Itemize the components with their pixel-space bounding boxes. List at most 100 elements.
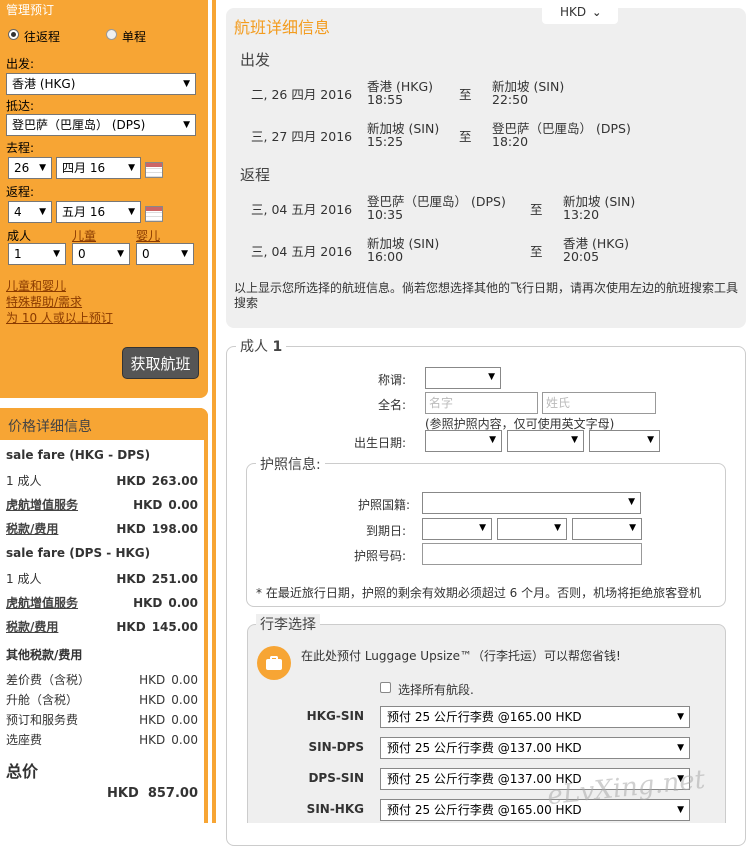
oneway-label: 单程 <box>122 30 147 44</box>
baggage-legend: 行李选择 <box>256 614 320 634</box>
price-row: 1 成人 HKD 263.00 <box>6 471 198 491</box>
baggage-select[interactable]: 预付 25 公斤行李费 @165.00 HKD ▼ <box>380 706 690 728</box>
infant-select[interactable]: 0 ▼ <box>136 243 194 265</box>
passport-legend: 护照信息: <box>256 454 325 474</box>
price-row-link[interactable]: 税款/费用 <box>6 519 58 539</box>
currency-code: HKD <box>139 673 166 687</box>
get-flights-button[interactable]: 获取航班 <box>122 347 199 379</box>
baggage-option: 预付 25 公斤行李费 @137.00 HKD <box>387 741 582 755</box>
return-month-select[interactable]: 五月 16 ▼ <box>56 201 141 223</box>
group-booking-link[interactable]: 为 10 人或以上预订 <box>6 309 113 326</box>
flight-origin-time: 16:00 <box>367 249 404 264</box>
depart-month-select[interactable]: 四月 16 ▼ <box>56 157 141 179</box>
return-day-select[interactable]: 4 ▼ <box>8 201 52 223</box>
price-body: sale fare (HKG - DPS) 1 成人 HKD 263.00 虎航增值服务… <box>0 440 204 823</box>
amount: 0.00 <box>171 693 198 707</box>
special-assistance-link[interactable]: 特殊帮助/需求 <box>6 293 82 310</box>
price-section-title: sale fare (HKG - DPS) <box>6 448 151 462</box>
flight-details-title: 航班详细信息 <box>234 18 331 37</box>
price-row: 虎航增值服务 HKD 0.00 <box>6 593 198 613</box>
depart-day-select[interactable]: 26 ▼ <box>8 157 52 179</box>
currency-code: HKD <box>139 693 166 707</box>
price-row-link[interactable]: 虎航增值服务 <box>6 593 78 613</box>
depart-label: 去程: <box>6 141 35 155</box>
to-label: 抵达: <box>6 99 35 113</box>
fee-label: 选座费 <box>6 733 43 747</box>
adult-label: 成人 <box>7 229 32 243</box>
to-select[interactable]: 登巴萨（巴厘岛） (DPS) ▼ <box>6 114 196 136</box>
dob-month-select[interactable]: ▼ <box>507 430 584 452</box>
infant-label[interactable]: 婴儿 <box>136 227 160 244</box>
baggage-select[interactable]: 预付 25 公斤行李费 @165.00 HKD ▼ <box>380 799 690 821</box>
flight-date: 三, 27 四月 2016 <box>251 129 353 144</box>
expiry-month-select[interactable]: ▼ <box>497 518 567 540</box>
other-fee-row: 预订和服务费 HKD 0.00 <box>6 710 198 730</box>
chevron-down-icon: ⌄ <box>592 6 602 19</box>
flight-destination-time: 20:05 <box>563 249 600 264</box>
select-all-checkbox[interactable] <box>380 682 391 693</box>
price-row-link[interactable]: 虎航增值服务 <box>6 495 78 515</box>
manage-booking-link[interactable]: 管理预订 <box>6 1 54 18</box>
currency-code: HKD <box>116 620 146 634</box>
adult-select[interactable]: 1 ▼ <box>8 243 66 265</box>
passenger-legend: 成人 1 <box>236 336 287 356</box>
dropdown-arrow-icon: ▼ <box>677 712 684 722</box>
price-panel-title: 价格详细信息 <box>8 419 92 435</box>
baggage-promo: 在此处预付 Luggage Upsize™（行李托运）可以帮您省钱! <box>301 649 621 663</box>
expiry-year-select[interactable]: ▼ <box>572 518 642 540</box>
passport-note: * 在最近旅行日期，护照的剩余有效期必须超过 6 个月。否则，机场将拒绝旅客登机 <box>256 586 702 600</box>
flight-destination-time: 18:20 <box>492 134 529 149</box>
currency-code: HKD <box>139 733 166 747</box>
currency-select[interactable]: HKD ⌄ <box>542 0 618 24</box>
price-row-amount: HKD 0.00 <box>133 593 198 613</box>
amount: 0.00 <box>168 596 198 610</box>
fullname-label: 全名: <box>377 398 406 412</box>
price-row-link[interactable]: 税款/费用 <box>6 617 58 637</box>
fee-label: 升舱（含税） <box>6 693 79 707</box>
price-row-amount: HKD 198.00 <box>116 519 198 539</box>
passport-number-input[interactable] <box>422 543 642 565</box>
children-infants-link[interactable]: 儿童和婴儿 <box>6 277 66 294</box>
flight-destination-time: 22:50 <box>492 92 529 107</box>
dob-day-select[interactable]: ▼ <box>425 430 502 452</box>
passport-number-label: 护照号码: <box>353 549 406 563</box>
currency-code: HKD <box>116 474 146 488</box>
nationality-label: 护照国籍: <box>357 498 410 512</box>
expiry-day-select[interactable]: ▼ <box>422 518 492 540</box>
nationality-select[interactable]: ▼ <box>422 492 641 514</box>
last-name-input[interactable]: 姓氏 <box>542 392 656 414</box>
amount: 0.00 <box>171 673 198 687</box>
from-select[interactable]: 香港 (HKG) ▼ <box>6 73 196 95</box>
depart-calendar-icon[interactable] <box>145 162 163 178</box>
currency-code: HKD <box>116 522 146 536</box>
return-calendar-icon[interactable] <box>145 206 163 222</box>
amount: 0.00 <box>171 713 198 727</box>
child-label[interactable]: 儿童 <box>72 227 96 244</box>
depart-heading: 出发 <box>240 51 271 69</box>
amount: 251.00 <box>151 572 198 586</box>
select-all-label: 选择所有航段. <box>398 683 474 697</box>
total-label: 总价 <box>6 762 39 781</box>
first-name-input[interactable]: 名字 <box>425 392 538 414</box>
flight-to-word: 至 <box>530 244 543 259</box>
title-select[interactable]: ▼ <box>425 367 501 389</box>
amount: 0.00 <box>171 733 198 747</box>
fee-amount: HKD 0.00 <box>139 690 198 710</box>
price-row: 虎航增值服务 HKD 0.00 <box>6 495 198 515</box>
return-label: 返程: <box>6 185 35 199</box>
dob-year-select[interactable]: ▼ <box>589 430 660 452</box>
child-select[interactable]: 0 ▼ <box>72 243 130 265</box>
baggage-select[interactable]: 预付 25 公斤行李费 @137.00 HKD ▼ <box>380 737 690 759</box>
return-heading: 返程 <box>240 166 271 184</box>
amount: 263.00 <box>151 474 198 488</box>
other-fee-row: 选座费 HKD 0.00 <box>6 730 198 750</box>
flight-date: 二, 26 四月 2016 <box>251 87 353 102</box>
expiry-label: 到期日: <box>365 524 406 538</box>
amount: 198.00 <box>151 522 198 536</box>
dob-label: 出生日期: <box>353 436 406 450</box>
total-value: HKD 857.00 <box>107 786 198 801</box>
flight-origin-time: 15:25 <box>367 134 404 149</box>
oneway-radio[interactable] <box>106 29 117 40</box>
roundtrip-radio[interactable] <box>8 29 19 40</box>
baggage-segment-label: DPS-SIN <box>308 771 364 785</box>
